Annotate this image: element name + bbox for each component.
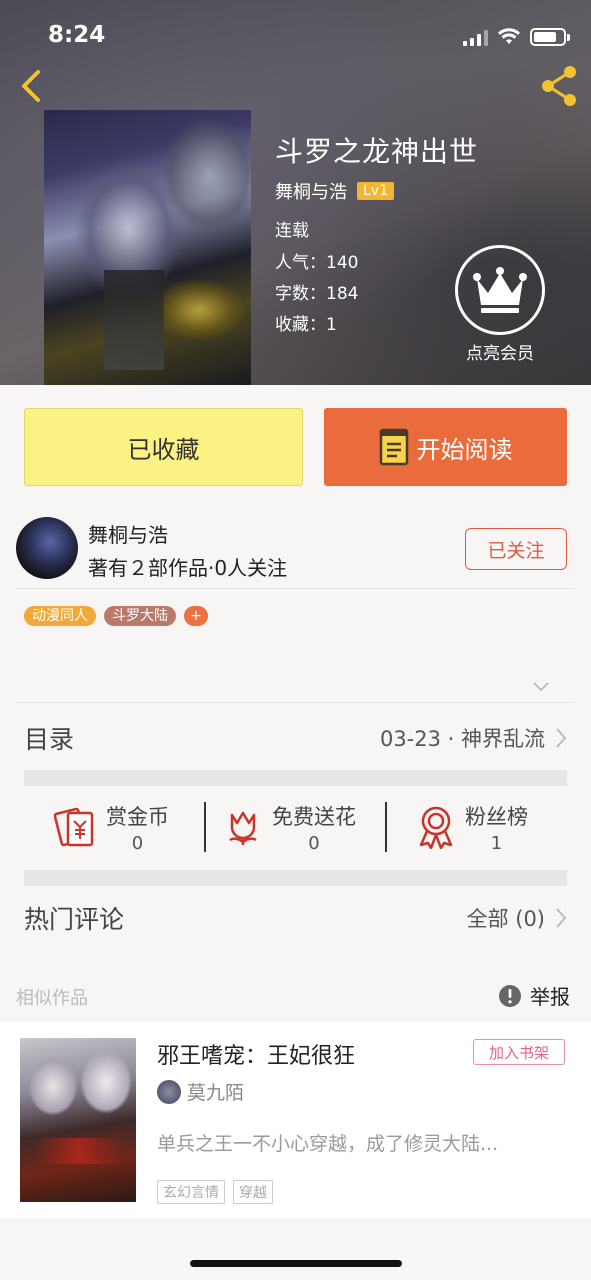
book-popularity: 人气：140: [275, 253, 359, 273]
divider: [385, 802, 387, 852]
tag-item: 穿越: [233, 1180, 273, 1204]
author-avatar: [157, 1079, 181, 1104]
tag-item[interactable]: 斗罗大陆: [104, 606, 176, 626]
back-button[interactable]: [14, 64, 50, 108]
level-badge: Lv1: [357, 182, 394, 200]
book-cover[interactable]: [44, 110, 251, 385]
stat-value: 0: [131, 832, 144, 854]
toc-label: 目录: [24, 725, 75, 754]
alert-icon: [499, 984, 521, 1007]
flower-icon: [229, 811, 257, 845]
tag-item[interactable]: 动漫同人: [24, 606, 96, 626]
stat-value: 0: [308, 832, 320, 854]
battery-icon: [530, 28, 570, 46]
similar-book-title[interactable]: 邪王嗜宠：王妃很狂: [157, 1038, 355, 1070]
similar-book-tags: 玄幻言情 穿越: [157, 1180, 273, 1204]
book-word-count: 字数：184: [275, 284, 359, 304]
toc-latest-chapter: 03-23 · 神界乱流: [379, 727, 545, 751]
tag-item: 玄幻言情: [157, 1180, 225, 1204]
book-author[interactable]: 舞桐与浩: [275, 178, 347, 204]
report-button[interactable]: 举报: [498, 981, 570, 1010]
wifi-icon: [498, 28, 520, 44]
follow-button[interactable]: 已关注: [465, 528, 567, 570]
similar-book-card[interactable]: 邪王嗜宠：王妃很狂 加入书架 莫九陌 单兵之王一不小心穿越，成了修灵大陆... …: [0, 1022, 591, 1218]
section-band: [24, 770, 567, 786]
toc-latest[interactable]: 03-23 · 神界乱流: [380, 723, 567, 753]
chevron-right-icon: [556, 728, 567, 748]
author-name[interactable]: 舞桐与浩: [88, 519, 168, 548]
book-author-line: 舞桐与浩 Lv1: [275, 178, 394, 204]
all-comments-link[interactable]: 全部 (0): [467, 903, 567, 933]
book-status: 连载: [275, 221, 309, 241]
similar-book-author[interactable]: 莫九陌: [157, 1078, 244, 1105]
divider: [16, 588, 575, 589]
toc-row[interactable]: 目录 03-23 · 神界乱流: [24, 718, 567, 758]
add-tag-button[interactable]: +: [184, 606, 208, 626]
stats-bar: 赏金币 0 免费送花 0 粉丝榜 1: [24, 800, 567, 854]
stat-free-flowers[interactable]: 免费送花 0: [224, 800, 356, 854]
stat-label: 免费送花: [272, 804, 356, 829]
similar-book-description: 单兵之王一不小心穿越，成了修灵大陆...: [157, 1133, 499, 1155]
vip-label: 点亮会员: [466, 344, 534, 364]
similar-book-cover[interactable]: [20, 1038, 136, 1202]
section-band: [24, 870, 567, 886]
chevron-down-icon[interactable]: [532, 680, 550, 694]
stat-label: 粉丝榜: [465, 804, 528, 829]
crown-icon: [455, 245, 545, 335]
book-favorites: 收藏：1: [275, 315, 337, 335]
add-to-shelf-button[interactable]: 加入书架: [473, 1039, 565, 1065]
all-comments-label: 全部 (0): [466, 907, 545, 931]
book-icon: [379, 428, 408, 466]
home-indicator[interactable]: [190, 1260, 402, 1267]
hot-comments-row[interactable]: 热门评论 全部 (0): [24, 898, 567, 938]
similar-works-label: 相似作品: [16, 988, 88, 1009]
divider: [16, 702, 575, 703]
cellular-signal-icon: [463, 30, 488, 46]
stat-reward-coins[interactable]: 赏金币 0: [54, 800, 169, 854]
status-time: 8:24: [48, 22, 106, 48]
red-envelope-icon: [54, 807, 94, 847]
tag-list: 动漫同人 斗罗大陆 +: [24, 606, 208, 626]
book-title: 斗罗之龙神出世: [275, 135, 479, 168]
book-header: 8:24 斗罗之龙神出世 舞桐与浩 Lv1 连载 人气：140 字数：184 收…: [0, 0, 591, 385]
hot-comments-label: 热门评论: [24, 905, 125, 934]
author-avatar[interactable]: [16, 517, 78, 579]
stat-fan-ranking[interactable]: 粉丝榜 1: [417, 800, 528, 854]
chevron-right-icon: [556, 908, 567, 928]
start-reading-button[interactable]: 开始阅读: [324, 408, 567, 486]
stat-value: 1: [490, 832, 503, 854]
divider: [204, 802, 206, 852]
medal-icon: [419, 806, 453, 849]
share-button[interactable]: [538, 64, 582, 108]
start-reading-label: 开始阅读: [416, 435, 513, 464]
author-works: 著有２部作品·0人关注: [88, 556, 288, 580]
report-label: 举报: [530, 985, 570, 1009]
similar-book-author-name: 莫九陌: [187, 1082, 245, 1104]
vip-button[interactable]: 点亮会员: [455, 245, 545, 364]
status-bar: 8:24: [0, 20, 591, 54]
stat-label: 赏金币: [106, 804, 169, 829]
collected-button[interactable]: 已收藏: [24, 408, 303, 486]
